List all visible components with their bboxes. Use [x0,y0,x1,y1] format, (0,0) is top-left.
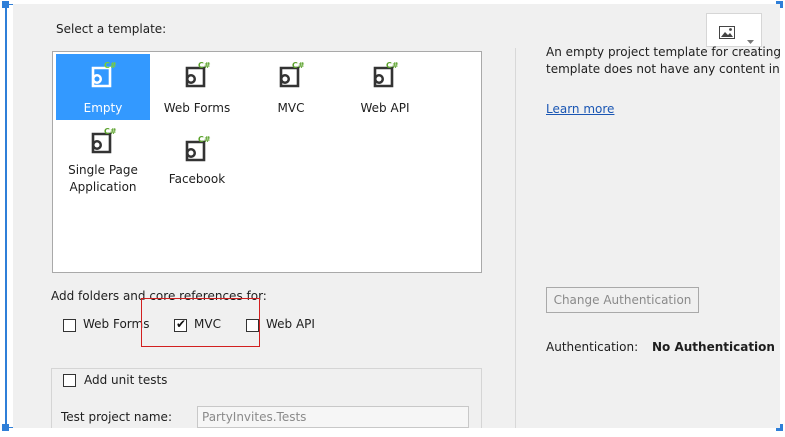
resize-handle-bottom-left[interactable] [2,424,9,431]
project-template-icon: C# [371,60,399,94]
svg-text:C#: C# [386,61,399,70]
template-name-line-2: Application [69,180,137,194]
authentication-value: No Authentication [652,340,775,354]
svg-text:C#: C# [104,127,117,136]
add-unit-tests-checkbox[interactable] [63,374,76,387]
view-toggle-button[interactable] [706,13,762,47]
frame-left-edge [5,4,7,428]
highlight-box [141,298,260,347]
description-line-1: An empty project template for creating [546,45,780,59]
template-web-forms[interactable]: C# Web Forms [150,54,244,120]
description-line-2: template does not have any content in [546,62,780,76]
template-mvc[interactable]: C# MVC [244,54,338,120]
project-template-icon: C# [277,60,305,94]
template-name: Web Forms [163,101,231,115]
project-template-icon: C# [183,134,211,168]
column-divider [515,48,516,428]
svg-text:C#: C# [104,61,117,70]
template-name: Single Page Application [56,162,150,196]
web-forms-checkbox[interactable] [63,319,76,332]
image-icon [719,24,735,43]
learn-more-link[interactable]: Learn more [546,102,614,116]
svg-text:C#: C# [198,61,211,70]
template-name-line-1: Single Page [68,163,138,177]
template-name: Empty [83,101,123,115]
template-facebook[interactable]: C# Facebook [150,128,244,194]
new-project-dialog: Select a template: C# Empty C# Web Forms… [13,4,780,428]
svg-text:C#: C# [198,135,211,144]
template-description: An empty project template for creating t… [546,44,780,78]
project-template-icon: C# [89,126,117,160]
template-single-page-application[interactable]: C# Single Page Application [56,120,150,204]
template-name: Facebook [168,172,226,186]
change-authentication-button[interactable]: Change Authentication [546,287,699,313]
web-forms-checkbox-label[interactable]: Web Forms [83,317,149,331]
template-name: Web API [360,101,410,115]
resize-handle-top-left[interactable] [2,1,9,8]
template-web-api[interactable]: C# Web API [338,54,432,120]
template-empty[interactable]: C# Empty [56,54,150,120]
svg-text:C#: C# [292,61,305,70]
project-template-icon: C# [183,60,211,94]
test-project-name-label: Test project name: [61,410,172,424]
web-api-checkbox-label[interactable]: Web API [266,317,315,331]
test-project-name-input[interactable]: PartyInvites.Tests [197,406,469,428]
project-template-icon: C# [89,60,117,94]
authentication-label: Authentication: [546,340,639,354]
template-name: MVC [277,101,305,115]
select-template-label: Select a template: [56,22,167,36]
add-unit-tests-label[interactable]: Add unit tests [84,373,167,387]
template-list[interactable]: C# Empty C# Web Forms C# MVC C# Web API … [52,51,482,273]
